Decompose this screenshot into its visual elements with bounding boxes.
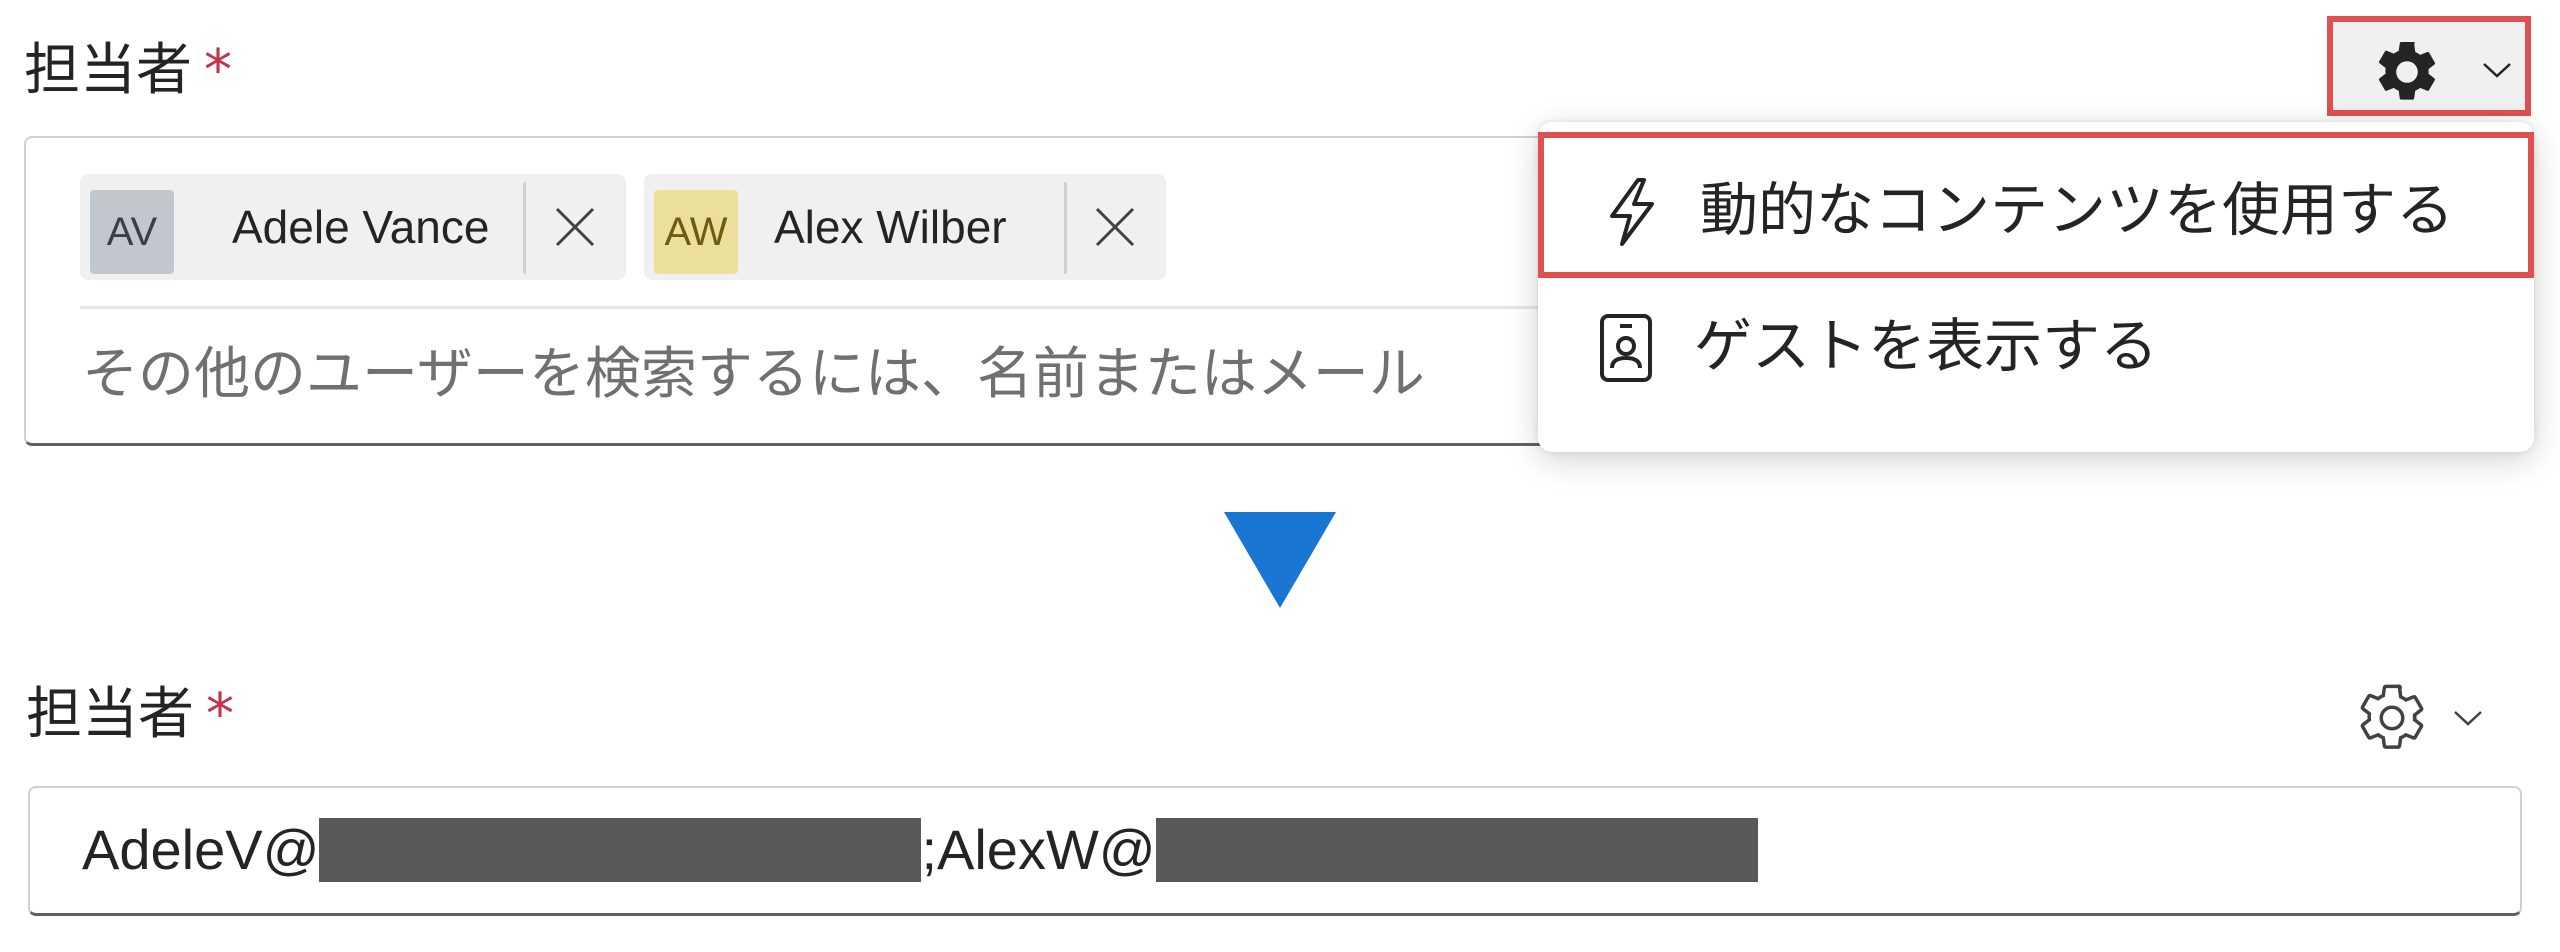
person-chip-alex: AW Alex Wilber bbox=[644, 174, 1166, 280]
assignee-label-text: 担当者 bbox=[26, 682, 194, 747]
assignee-email-input[interactable]: AdeleV@; AlexW@ bbox=[28, 786, 2522, 916]
remove-icon[interactable] bbox=[550, 202, 600, 256]
avatar: AW bbox=[654, 190, 738, 274]
email-prefix: AlexW@ bbox=[937, 818, 1156, 881]
chip-divider bbox=[1064, 182, 1067, 274]
contact-card-icon bbox=[1594, 312, 1658, 388]
menu-item-label: 動的なコンテンツを使用する bbox=[1700, 176, 2455, 244]
chevron-down-icon bbox=[2481, 60, 2513, 84]
assignee-label: 担当者 * bbox=[26, 680, 234, 750]
chip-divider bbox=[523, 182, 526, 274]
avatar: AV bbox=[90, 190, 174, 274]
required-asterisk: * bbox=[206, 682, 234, 747]
assignee-label: 担当者 * bbox=[24, 36, 232, 106]
required-asterisk: * bbox=[204, 38, 232, 103]
remove-icon[interactable] bbox=[1090, 202, 1140, 256]
chevron-down-icon[interactable] bbox=[2452, 708, 2484, 732]
person-name: Adele Vance bbox=[232, 201, 490, 253]
redacted-domain bbox=[1155, 818, 1758, 882]
person-name: Alex Wilber bbox=[774, 201, 1007, 253]
person-chip-adele: AV Adele Vance bbox=[80, 174, 626, 280]
down-arrow-icon bbox=[1224, 512, 1336, 608]
picker-divider bbox=[80, 306, 1582, 309]
email-prefix: AdeleV@ bbox=[82, 818, 320, 881]
settings-button[interactable] bbox=[2327, 16, 2531, 116]
search-input[interactable]: その他のユーザーを検索するには、名前またはメール bbox=[82, 338, 1425, 412]
gear-icon bbox=[2371, 36, 2443, 112]
people-picker[interactable]: AV Adele Vance AW Alex Wilber その他のユーザーを検… bbox=[24, 136, 1584, 446]
email-value: AdeleV@; AlexW@ bbox=[82, 810, 1758, 890]
menu-item-show-guests[interactable]: ゲストを表示する bbox=[1538, 274, 2534, 420]
gear-icon[interactable] bbox=[2354, 680, 2430, 760]
menu-item-label: ゲストを表示する bbox=[1694, 312, 2159, 380]
lightning-icon bbox=[1600, 176, 1664, 252]
menu-item-dynamic-content[interactable]: 動的なコンテンツを使用する bbox=[1538, 132, 2534, 278]
assignee-label-text: 担当者 bbox=[24, 38, 192, 103]
email-separator: ; bbox=[921, 818, 937, 881]
settings-dropdown-menu: 動的なコンテンツを使用する ゲストを表示する bbox=[1538, 122, 2534, 452]
redacted-domain bbox=[319, 818, 922, 882]
